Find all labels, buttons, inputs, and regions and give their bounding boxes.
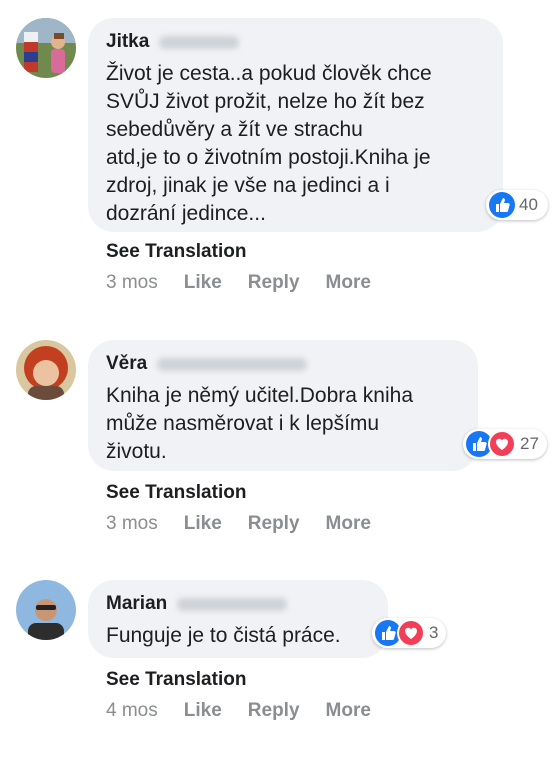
author-name[interactable]: Marian	[106, 593, 167, 615]
comment-bubble: Marian Funguje je to čistá práce.	[88, 580, 388, 658]
like-button[interactable]: Like	[184, 513, 222, 535]
like-button[interactable]: Like	[184, 700, 222, 722]
author-name[interactable]: Věra	[106, 353, 147, 375]
redacted-surname	[177, 597, 288, 611]
comment-bubble: Jitka Život je cesta..a pokud člověk chc…	[88, 18, 503, 232]
reply-button[interactable]: Reply	[248, 272, 300, 294]
comment-text: Život je cesta..a pokud člověk chce SVŮJ…	[106, 62, 432, 225]
reactions-summary[interactable]: 3	[372, 618, 446, 648]
more-button[interactable]: More	[326, 272, 371, 294]
reply-button[interactable]: Reply	[248, 700, 300, 722]
see-translation-link[interactable]: See Translation	[106, 482, 246, 504]
author-name[interactable]: Jitka	[106, 31, 149, 53]
timestamp[interactable]: 3 mos	[106, 513, 158, 535]
see-translation-link[interactable]: See Translation	[106, 241, 246, 263]
more-button[interactable]: More	[326, 700, 371, 722]
reaction-count: 3	[429, 623, 439, 642]
redacted-surname	[159, 35, 240, 49]
redacted-surname	[157, 357, 308, 371]
comment-text: Funguje je to čistá práce.	[106, 624, 341, 647]
timestamp[interactable]: 4 mos	[106, 700, 158, 722]
reaction-count: 40	[519, 195, 538, 214]
comment-actions: 4 mos Like Reply More	[106, 700, 397, 722]
avatar[interactable]	[16, 580, 76, 640]
more-button[interactable]: More	[326, 513, 371, 535]
reply-button[interactable]: Reply	[248, 513, 300, 535]
comment-actions: 3 mos Like Reply More	[106, 513, 397, 535]
comment-text: Kniha je němý učitel.Dobra kniha může na…	[106, 384, 414, 463]
comment-bubble: Věra Kniha je němý učitel.Dobra kniha mů…	[88, 340, 478, 471]
avatar[interactable]	[16, 18, 76, 78]
timestamp[interactable]: 3 mos	[106, 272, 158, 294]
comment-actions: 3 mos Like Reply More	[106, 272, 397, 294]
reaction-count: 27	[520, 434, 539, 453]
like-button[interactable]: Like	[184, 272, 222, 294]
love-icon	[488, 430, 516, 458]
love-icon	[397, 619, 425, 647]
see-translation-link[interactable]: See Translation	[106, 669, 246, 691]
like-icon	[489, 192, 515, 218]
avatar[interactable]	[16, 340, 76, 400]
reactions-summary[interactable]: 40	[486, 190, 548, 220]
reactions-summary[interactable]: 27	[463, 429, 547, 459]
